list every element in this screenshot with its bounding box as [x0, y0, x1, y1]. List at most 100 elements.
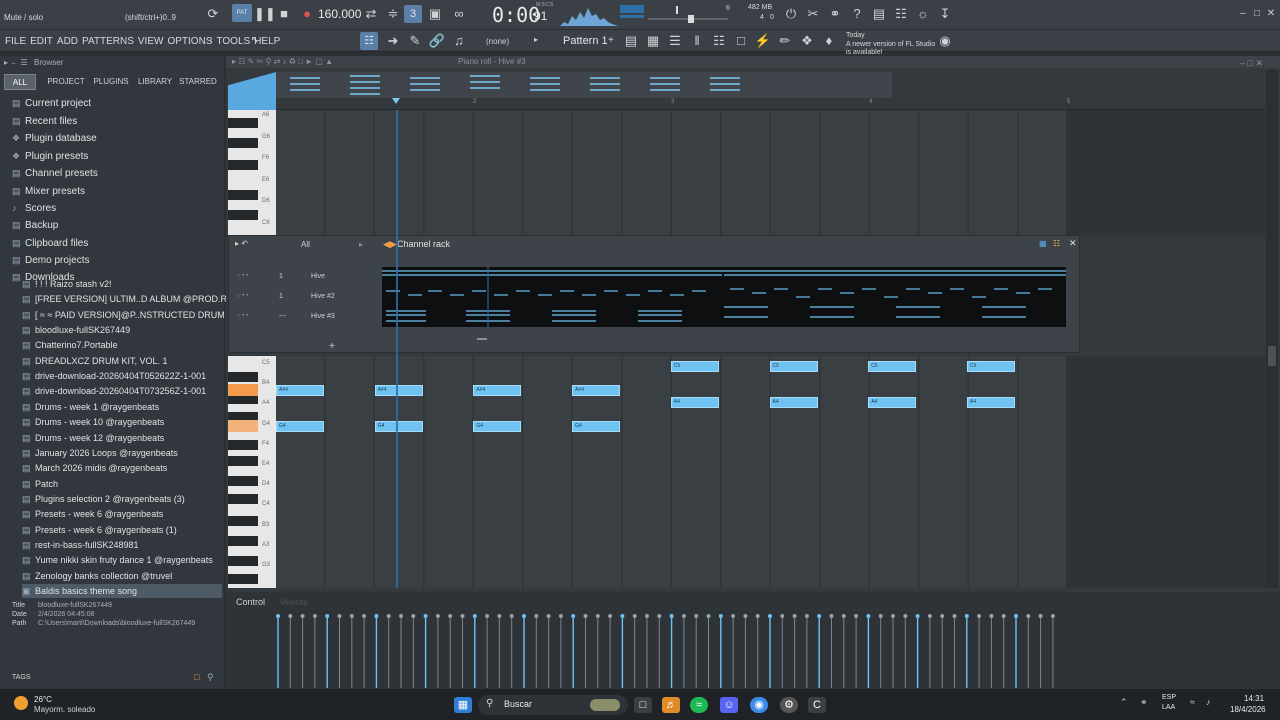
velocity-handle[interactable]	[1014, 614, 1018, 618]
velocity-handle[interactable]	[608, 614, 613, 618]
browser-folder-scores[interactable]: ♪ Scores	[12, 201, 56, 215]
piano-roll-window-controls[interactable]: – □ ✕	[1240, 58, 1263, 69]
channel-rack-icon[interactable]: ☰	[666, 32, 684, 50]
browser-folder-channel-presets[interactable]: ▤ Channel presets	[12, 166, 98, 180]
velocity-handle[interactable]	[915, 614, 920, 618]
microphone-icon[interactable]: ⚭	[826, 5, 844, 23]
timeline-ruler[interactable]: 2 3 4 5	[276, 98, 1264, 110]
master-volume-area[interactable]: 6	[648, 2, 730, 28]
taskbar-search[interactable]: ⚲ Buscar	[478, 695, 628, 715]
download-item[interactable]: ▣ Baldis basics theme song	[22, 584, 222, 598]
black-key[interactable]	[228, 536, 258, 546]
download-icon[interactable]: ↧	[936, 5, 954, 23]
velocity-handle[interactable]	[989, 614, 994, 618]
download-item[interactable]: ▤ March 2026 midis @raygenbeats	[22, 461, 167, 475]
download-item[interactable]: ▤ Presets - week 6 @raygenbeats	[22, 507, 163, 521]
velocity-handle[interactable]	[349, 614, 354, 618]
browser-tab-project[interactable]: PROJECT	[42, 74, 90, 90]
download-item[interactable]: ▤ drive-download-20260404T073256Z-1-001	[22, 384, 206, 398]
download-item[interactable]: ▤ [ ≈ ≈ PAID VERSION]@P..NSTRUCTED DRUM K…	[22, 308, 241, 322]
velocity-handle[interactable]	[645, 614, 649, 618]
control-label[interactable]: Control	[236, 597, 265, 607]
channel-row-2[interactable]: ○ • • 1 Hive #2	[229, 288, 379, 306]
channel-row-1[interactable]: ○ • • 1 Hive	[229, 268, 379, 286]
tray-mic-icon[interactable]: ⚭	[1140, 697, 1148, 708]
velocity-handle[interactable]	[583, 614, 588, 618]
channel-rack-resize-handle[interactable]	[477, 338, 487, 340]
velocity-handle[interactable]	[731, 614, 736, 618]
fl-studio-icon[interactable]: ♬	[662, 697, 680, 713]
velocity-handle[interactable]	[509, 614, 514, 618]
piano-roll-button[interactable]: ☷	[360, 32, 378, 50]
velocity-handle[interactable]	[337, 614, 342, 618]
download-item[interactable]: ▤ rest-in-bass-fullSK248981	[22, 538, 139, 552]
vertical-scrollbar[interactable]	[1266, 70, 1278, 588]
language-code[interactable]: ESP	[1162, 694, 1176, 701]
help-icon[interactable]: ?	[848, 5, 866, 23]
velocity-handle[interactable]	[386, 614, 391, 618]
channel-mixer-number[interactable]: ---	[279, 313, 286, 320]
velocity-handle[interactable]	[325, 614, 330, 618]
channel-rack-close-icon[interactable]: ✕	[1069, 238, 1077, 249]
arrow-left-icon[interactable]: ‹	[202, 32, 220, 50]
chat-icon[interactable]: ☼	[914, 5, 932, 23]
black-key[interactable]	[228, 440, 258, 450]
mixer-icon[interactable]: ‖	[688, 32, 706, 50]
download-item[interactable]: ▤ [FREE VERSION] ULTIM..D ALBUM @PROD.ROS…	[22, 292, 257, 306]
tray-chevron-icon[interactable]: ⌃	[1120, 697, 1128, 708]
note[interactable]: G4	[276, 421, 324, 432]
download-item[interactable]: ▤ drive-download-20260404T052622Z-1-001	[22, 369, 206, 383]
browser-folder-plugin-presets[interactable]: ❖ Plugin presets	[12, 149, 88, 163]
power-icon[interactable]: ⏻	[782, 5, 800, 23]
clock-date[interactable]: 18/4/2026	[1230, 705, 1266, 714]
note[interactable]: C5	[868, 361, 917, 372]
filter-arrow-icon[interactable]: ▸	[359, 240, 363, 249]
note[interactable]: G4	[572, 421, 621, 432]
note[interactable]: A#4	[374, 385, 423, 396]
velocity-handle[interactable]	[534, 614, 539, 618]
black-key[interactable]	[228, 476, 258, 486]
playlist-arrow-icon[interactable]: ➜	[384, 32, 402, 50]
download-item[interactable]: ▤ Plugins selection 2 @raygenbeats (3)	[22, 492, 185, 506]
velocity-handle[interactable]	[399, 614, 403, 618]
folder-icon[interactable]: □	[194, 672, 199, 682]
channel-led-icon[interactable]: ○ • •	[237, 313, 248, 319]
cursor-icon[interactable]: ↖	[246, 32, 264, 50]
step-view-icon[interactable]: ☷	[1053, 239, 1060, 248]
velocity-handle[interactable]	[571, 614, 576, 618]
playhead-marker[interactable]	[392, 98, 400, 104]
velocity-handle[interactable]	[435, 614, 440, 618]
browser-folder-demo-projects[interactable]: ▤ Demo projects	[12, 253, 89, 267]
velocity-handle[interactable]	[854, 614, 859, 618]
refresh-icon[interactable]: ⟳	[204, 5, 222, 23]
velocity-handle[interactable]	[1026, 614, 1031, 618]
countdown-button[interactable]: 3	[404, 5, 422, 23]
velocity-handle[interactable]	[768, 614, 772, 618]
velocity-handle[interactable]	[276, 614, 280, 618]
browser-folder-plugin-database[interactable]: ❖ Plugin database	[12, 131, 97, 145]
loop-icon[interactable]: ∞	[450, 5, 468, 23]
browser-folder-clipboard-files[interactable]: ▤ Clipboard files	[12, 236, 88, 250]
velocity-handle[interactable]	[288, 614, 293, 618]
download-item[interactable]: ▤ ! ! ! Raizo stash v2!	[22, 277, 112, 291]
browser-tab-plugins[interactable]: PLUGINS	[92, 74, 130, 90]
control-sublabel[interactable]: Velocity	[280, 598, 308, 607]
download-item[interactable]: ▤ January 2026 Loops @raygenbeats	[22, 446, 178, 460]
browser-tab-library[interactable]: LIBRARY	[138, 74, 172, 90]
velocity-handle[interactable]	[497, 614, 502, 618]
menu-view[interactable]: VIEW	[138, 36, 164, 47]
note[interactable]: A#4	[473, 385, 522, 396]
note[interactable]: A4	[769, 397, 818, 408]
velocity-lane[interactable]	[276, 610, 1066, 688]
velocity-handle[interactable]	[312, 614, 317, 618]
brush-icon[interactable]: ✏	[776, 32, 794, 50]
wifi-icon[interactable]: ≈	[1190, 697, 1195, 707]
stop-icon[interactable]: ■	[275, 5, 293, 23]
velocity-handle[interactable]	[669, 614, 674, 618]
news-text[interactable]: A newer version of FL Studio is availabl…	[846, 41, 938, 57]
download-item[interactable]: ▤ bloodluxe-fullSK267449	[22, 323, 130, 337]
note[interactable]: G4	[374, 421, 423, 432]
step-seq-icon[interactable]: ▦	[644, 32, 662, 50]
channel-mixer-number[interactable]: 1	[279, 273, 283, 280]
velocity-handle[interactable]	[780, 614, 785, 618]
